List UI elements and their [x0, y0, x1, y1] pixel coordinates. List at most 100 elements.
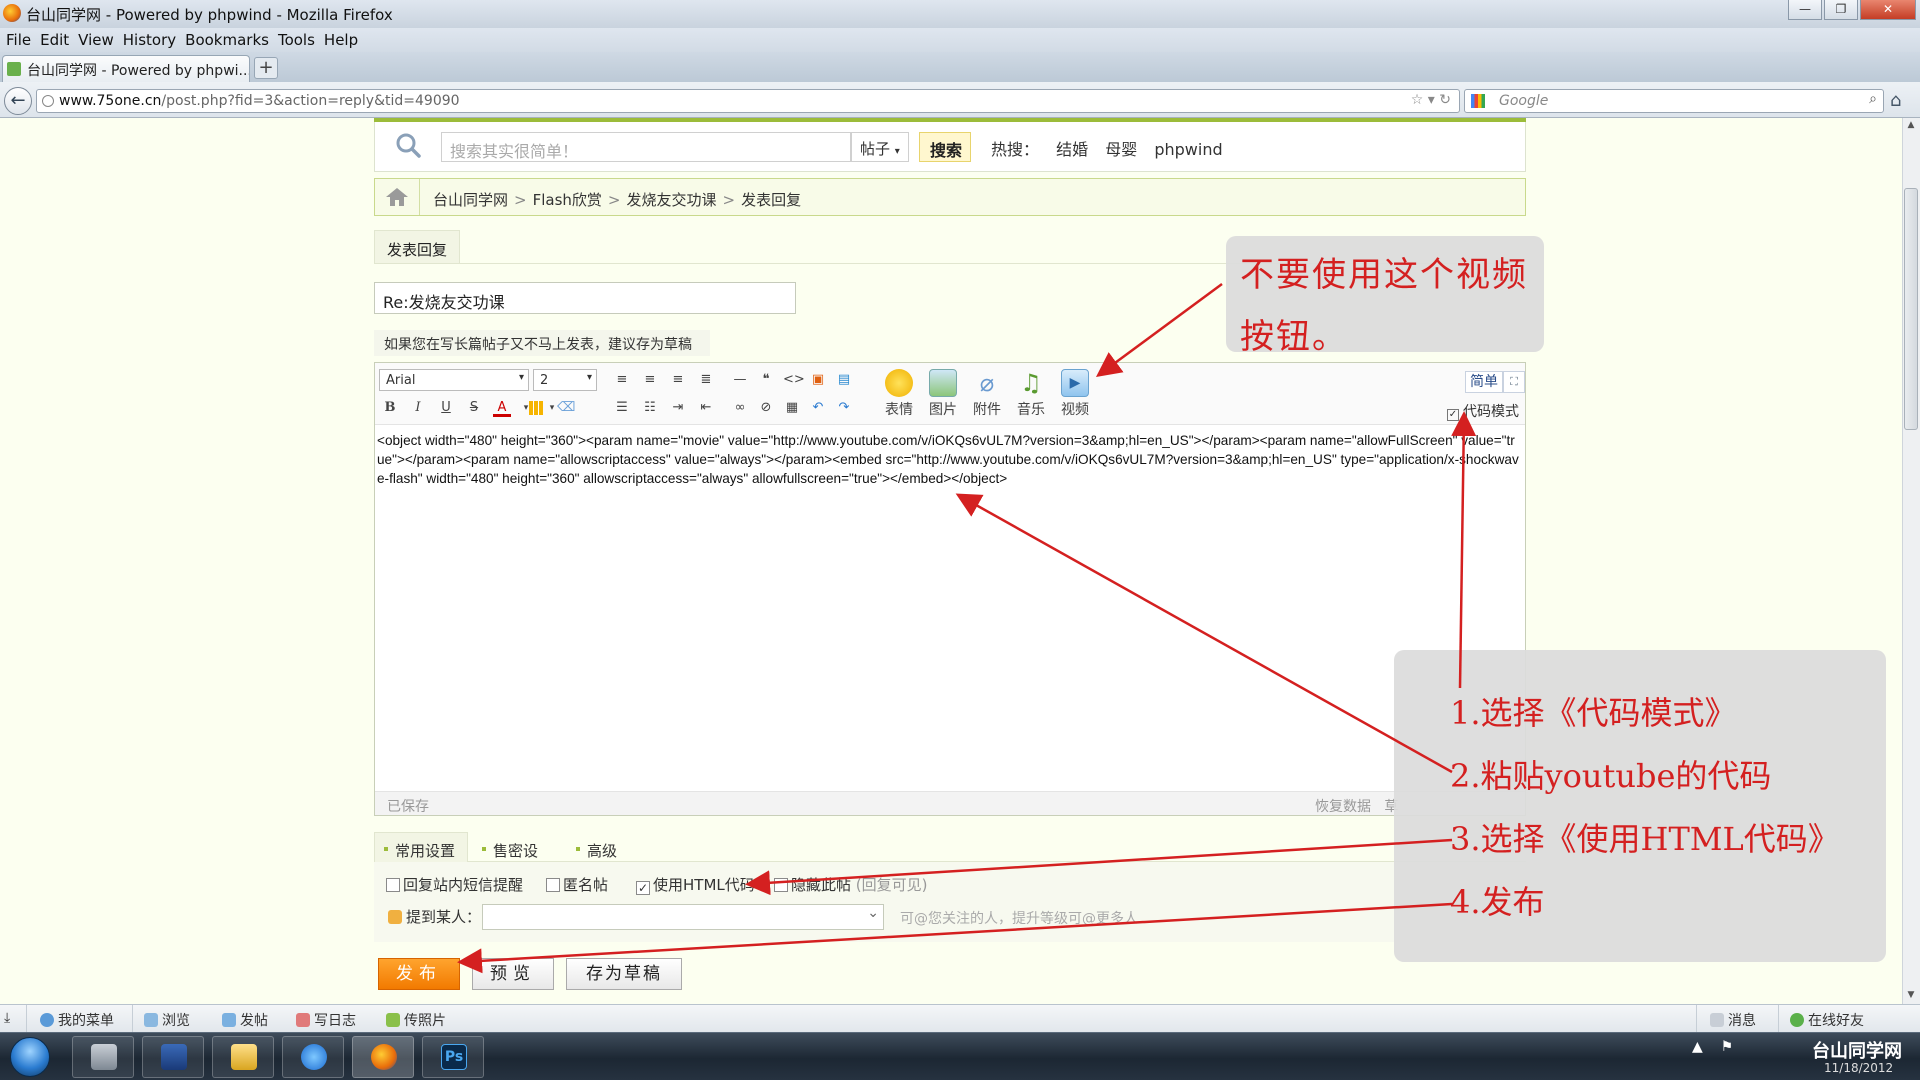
scrollbar-thumb[interactable]: [1904, 188, 1918, 430]
download-icon[interactable]: ⤓: [4, 1010, 10, 1026]
tab-reply[interactable]: 发表回复: [374, 230, 460, 264]
reload-icon[interactable]: ↻: [1439, 92, 1451, 108]
site-search-input[interactable]: 搜索其实很简单！: [441, 132, 851, 162]
menu-edit[interactable]: Edit: [38, 28, 76, 52]
write-blog-item[interactable]: 写日志: [296, 1010, 356, 1030]
maximize-icon[interactable]: ❐: [1824, 0, 1858, 20]
font-family-select[interactable]: Arial ▾: [379, 369, 529, 391]
italic-icon[interactable]: I: [409, 399, 427, 417]
home-icon[interactable]: [385, 187, 409, 207]
taskbar-app[interactable]: [212, 1036, 274, 1078]
menu-bookmarks[interactable]: Bookmarks: [183, 28, 276, 52]
dropdown-arrow-icon[interactable]: ▾: [1428, 92, 1435, 108]
taskbar-date[interactable]: 11/18/2012: [1824, 1061, 1893, 1075]
flash-icon[interactable]: ▣: [809, 371, 827, 389]
table-insert-icon[interactable]: ▤: [835, 371, 853, 389]
underline-icon[interactable]: U: [437, 399, 455, 417]
hot-search-link[interactable]: phpwind: [1154, 140, 1222, 159]
code-mode-toggle[interactable]: ✓ 代码模式: [1447, 401, 1519, 421]
outdent-icon[interactable]: ⇤: [697, 399, 715, 417]
code-icon[interactable]: <>: [783, 371, 805, 389]
align-left-icon[interactable]: ≡: [613, 371, 631, 389]
start-button[interactable]: [10, 1037, 50, 1077]
close-icon[interactable]: ✕: [1860, 0, 1916, 20]
search-type-select[interactable]: 帖子 ▾: [851, 132, 909, 162]
double-chevron-down-icon[interactable]: ⌄: [867, 905, 879, 921]
emoticon-button[interactable]: 表情: [881, 369, 917, 419]
taskbar-app[interactable]: [282, 1036, 344, 1078]
editor-content[interactable]: <object width="480" height="360"><param …: [377, 431, 1521, 488]
tab-advanced[interactable]: 高级: [566, 832, 636, 862]
align-right-icon[interactable]: ≡: [669, 371, 687, 389]
indent-icon[interactable]: ⇥: [669, 399, 687, 417]
taskbar-app[interactable]: [142, 1036, 204, 1078]
unlink-icon[interactable]: ⊘: [757, 399, 775, 417]
post-item[interactable]: 发帖: [222, 1010, 268, 1030]
simple-mode-button[interactable]: 简单: [1465, 371, 1503, 393]
breadcrumb-link[interactable]: Flash欣赏: [533, 191, 602, 209]
menu-file[interactable]: File: [4, 28, 38, 52]
site-identity-icon[interactable]: [42, 95, 54, 107]
scroll-up-icon[interactable]: ▲: [1904, 120, 1918, 130]
music-button[interactable]: ♫ 音乐: [1013, 369, 1049, 419]
tab-sale-settings[interactable]: 售密设置: [472, 832, 560, 881]
video-button[interactable]: ▶ 视频: [1057, 369, 1093, 419]
hot-search-link[interactable]: 结婚: [1056, 140, 1088, 159]
taskbar-app[interactable]: [72, 1036, 134, 1078]
online-friends-item[interactable]: 在线好友: [1790, 1010, 1864, 1030]
menu-history[interactable]: History: [121, 28, 183, 52]
browser-search-input[interactable]: Google ⌕: [1464, 89, 1884, 113]
background-color-icon[interactable]: [529, 401, 543, 415]
option-hide-post[interactable]: 隐藏此帖 (回复可见): [774, 874, 928, 895]
breadcrumb-link[interactable]: 台山同学网: [433, 191, 508, 209]
hide-post-checkbox[interactable]: [774, 878, 788, 892]
menu-view[interactable]: View: [76, 28, 121, 52]
option-reply-notify[interactable]: 回复站内短信提醒: [386, 874, 523, 895]
subject-input[interactable]: Re:发烧友交功课: [374, 282, 796, 314]
fullscreen-icon[interactable]: ⛶: [1503, 371, 1525, 393]
action-center-flag-icon[interactable]: ⚑: [1721, 1039, 1734, 1055]
undo-icon[interactable]: ↶: [809, 399, 827, 417]
option-use-html[interactable]: ✓ 使用HTML代码: [636, 874, 755, 895]
strikethrough-icon[interactable]: S: [465, 399, 483, 417]
search-icon[interactable]: ⌕: [1869, 91, 1877, 107]
image-button[interactable]: 图片: [925, 369, 961, 419]
upload-photo-item[interactable]: 传照片: [386, 1010, 446, 1030]
redo-icon[interactable]: ↷: [835, 399, 853, 417]
attachment-button[interactable]: ⌀ 附件: [969, 369, 1005, 419]
taskbar-app-active[interactable]: [352, 1036, 414, 1078]
horizontal-rule-icon[interactable]: —: [731, 371, 749, 389]
eraser-icon[interactable]: ⌫: [557, 399, 575, 417]
link-icon[interactable]: ∞: [731, 399, 749, 417]
minimize-icon[interactable]: —: [1788, 0, 1822, 20]
menu-help[interactable]: Help: [322, 28, 365, 52]
unordered-list-icon[interactable]: ☷: [641, 399, 659, 417]
font-color-icon[interactable]: A: [493, 399, 511, 417]
save-draft-button[interactable]: 存为草稿: [566, 958, 682, 990]
preview-button[interactable]: 预览: [472, 958, 554, 990]
back-arrow-icon[interactable]: ←: [4, 87, 32, 115]
code-mode-checkbox[interactable]: ✓: [1447, 409, 1459, 421]
menu-tools[interactable]: Tools: [276, 28, 322, 52]
tray-expand-icon[interactable]: ▲: [1692, 1039, 1703, 1055]
browser-tab[interactable]: 台山同学网 - Powered by phpwi...: [2, 55, 250, 82]
bold-icon[interactable]: B: [381, 399, 399, 417]
new-tab-button[interactable]: +: [254, 57, 278, 79]
font-size-select[interactable]: 2 ▾: [533, 369, 597, 391]
breadcrumb-link[interactable]: 发烧友交功课: [626, 191, 716, 209]
messages-item[interactable]: 消息: [1710, 1010, 1756, 1030]
publish-button[interactable]: 发布: [378, 958, 460, 990]
quote-icon[interactable]: ❝: [757, 371, 775, 389]
tab-common-settings[interactable]: 常用设置: [374, 832, 468, 862]
anonymous-checkbox[interactable]: [546, 878, 560, 892]
home-icon[interactable]: ⌂: [1890, 90, 1901, 111]
google-icon[interactable]: [1471, 94, 1485, 108]
option-anonymous[interactable]: 匿名帖: [546, 874, 608, 895]
hot-search-link[interactable]: 母婴: [1105, 140, 1137, 159]
align-justify-icon[interactable]: ≣: [697, 371, 715, 389]
align-center-icon[interactable]: ≡: [641, 371, 659, 389]
site-search-button[interactable]: 搜索: [919, 132, 971, 162]
table-icon[interactable]: ▦: [783, 399, 801, 417]
ordered-list-icon[interactable]: ☰: [613, 399, 631, 417]
browse-item[interactable]: 浏览: [144, 1010, 190, 1030]
